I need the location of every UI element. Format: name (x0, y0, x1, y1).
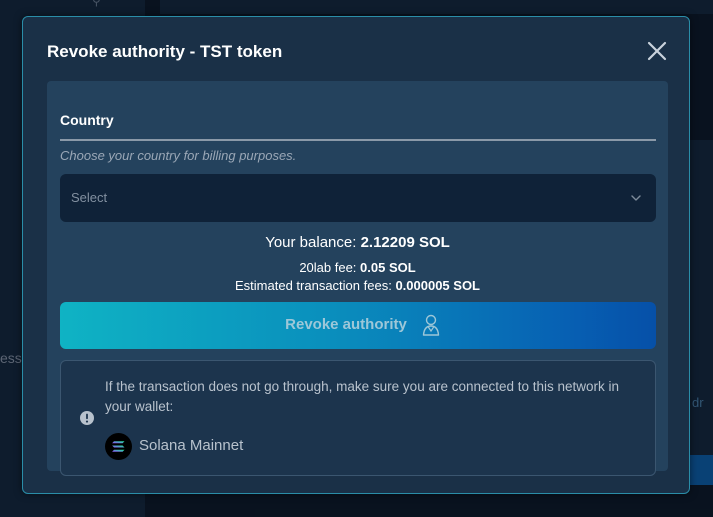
country-hint: Choose your country for billing purposes… (60, 148, 297, 163)
estimated-fee-value: 0.000005 SOL (395, 278, 480, 293)
solana-logo (105, 433, 132, 460)
network-name: Solana Mainnet (139, 437, 244, 454)
notice-text: If the transaction does not go through, … (105, 379, 620, 414)
country-select[interactable]: Select (60, 174, 656, 222)
modal-content: Country Choose your country for billing … (47, 81, 668, 476)
lab-fee-line: 20lab fee: 0.05 SOL (47, 260, 668, 275)
estimated-fee-label: Estimated transaction fees: (235, 278, 392, 293)
close-icon (647, 41, 667, 61)
country-select-value: Select (71, 190, 108, 205)
estimated-fee-line: Estimated transaction fees: 0.000005 SOL (47, 278, 668, 293)
network-notice: If the transaction does not go through, … (60, 360, 656, 476)
lab-fee-label: 20lab fee: (299, 260, 357, 275)
revoke-button-label: Revoke authority (285, 316, 407, 333)
country-label: Country (60, 112, 114, 128)
close-button[interactable] (645, 39, 669, 63)
exclamation-circle-icon (80, 411, 94, 425)
balance-line: Your balance: 2.12209 SOL (47, 234, 668, 251)
balance-value: 2.12209 SOL (360, 234, 450, 251)
country-divider (60, 139, 656, 141)
balance-label: Your balance: (265, 234, 357, 251)
revoke-authority-modal: Revoke authority - TST token Country Cho… (22, 16, 690, 494)
revoke-authority-button[interactable]: Revoke authority (60, 302, 656, 349)
modal-title: Revoke authority - TST token (47, 42, 283, 61)
user-icon (422, 314, 440, 336)
lab-fee-value: 0.05 SOL (360, 260, 416, 275)
chevron-down-icon (631, 195, 641, 201)
